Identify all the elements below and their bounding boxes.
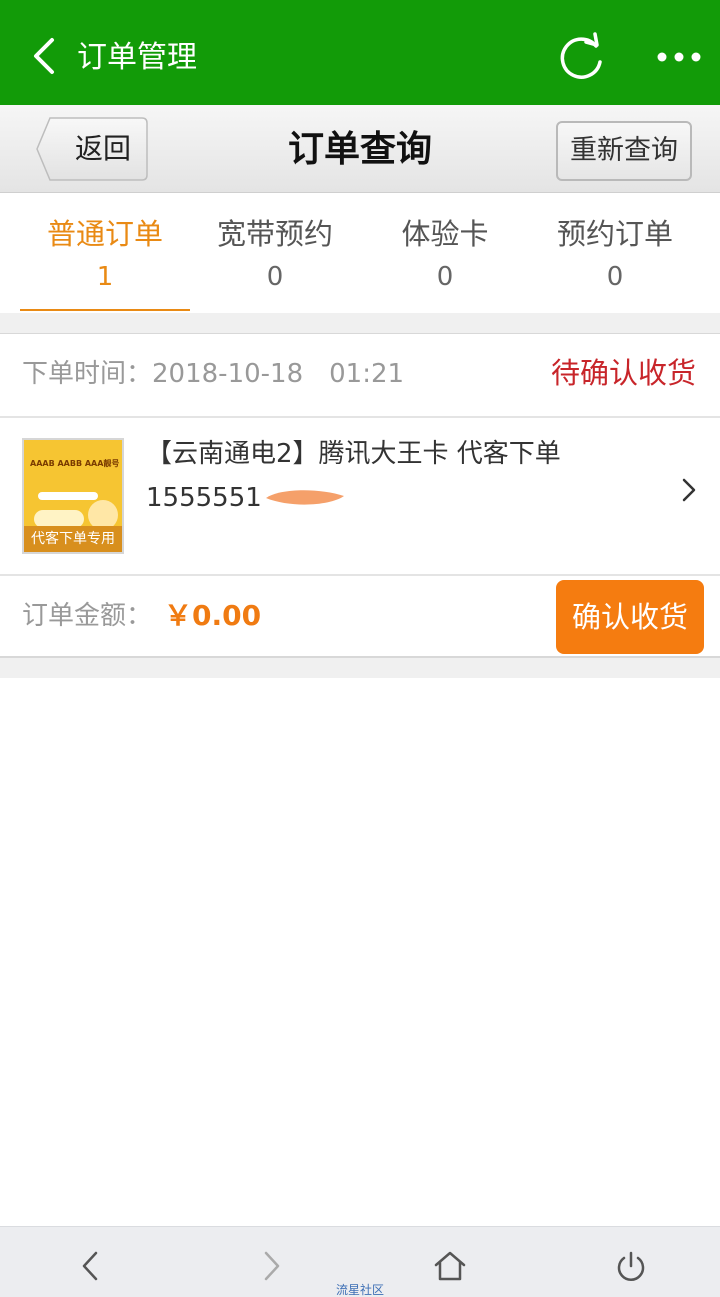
section-gap [0,658,720,678]
tab-label: 普通订单 [46,217,163,251]
home-icon[interactable] [432,1249,468,1283]
order-amount-label: 订单金额： [22,601,153,631]
power-icon[interactable] [614,1249,648,1283]
product-thumbnail[interactable]: AAAB AABB AAA靓号 代客下单专用 [22,438,124,554]
sub-header: 返回 订单查询 重新查询 [0,105,720,193]
tab-normal-orders[interactable]: 普通订单 1 [20,213,190,311]
app-bar: 订单管理 [0,0,720,105]
watermark: 流星社区 [335,1283,384,1297]
order-time: 下单时间：2018-10-18 01:21 [22,354,404,394]
order-time-value: 2018-10-18 01:21 [152,359,405,389]
product-phone: 1555551 [146,483,262,513]
tab-count: 0 [436,262,454,292]
tab-trial-card[interactable]: 体验卡 0 [360,213,530,311]
confirm-receipt-button[interactable]: 确认收货 [556,580,704,654]
tab-label: 预约订单 [556,217,673,251]
divider [0,574,720,576]
order-status: 待确认收货 [550,356,696,390]
requery-button[interactable]: 重新查询 [556,121,692,181]
thumbnail-text: AAAB AABB AAA靓号 [30,459,120,468]
section-gap [0,313,720,333]
divider [0,416,720,418]
thumbnail-decoration [38,492,98,500]
browser-nav-bar: 流星社区 [0,1226,720,1297]
order-amount-value: ￥0.00 [164,599,262,632]
redaction-mark [266,490,344,505]
tab-count: 1 [96,262,114,292]
tab-broadband[interactable]: 宽带预约 0 [190,213,360,311]
tab-reserved-orders[interactable]: 预约订单 0 [530,213,700,311]
browser-back-icon[interactable] [76,1249,106,1283]
more-dots-icon[interactable] [654,44,704,70]
browser-forward-icon[interactable] [256,1249,286,1283]
order-tabs: 普通订单 1 宽带预约 0 体验卡 0 预约订单 0 [0,193,720,313]
chevron-right-icon[interactable] [680,476,698,504]
chevron-left-icon[interactable] [28,36,62,76]
tab-count: 0 [606,262,624,292]
app-title: 订单管理 [77,40,197,75]
tab-label: 体验卡 [401,217,489,251]
tab-label: 宽带预约 [216,217,333,251]
order-card: 下单时间：2018-10-18 01:21 待确认收货 AAAB AABB AA… [0,333,720,658]
refresh-icon[interactable] [556,32,606,84]
thumbnail-badge: 代客下单专用 [24,526,122,552]
order-time-label: 下单时间： [22,359,153,389]
product-title[interactable]: 【云南通电2】腾讯大王卡 代客下单 [146,434,561,474]
tab-count: 0 [266,262,284,292]
